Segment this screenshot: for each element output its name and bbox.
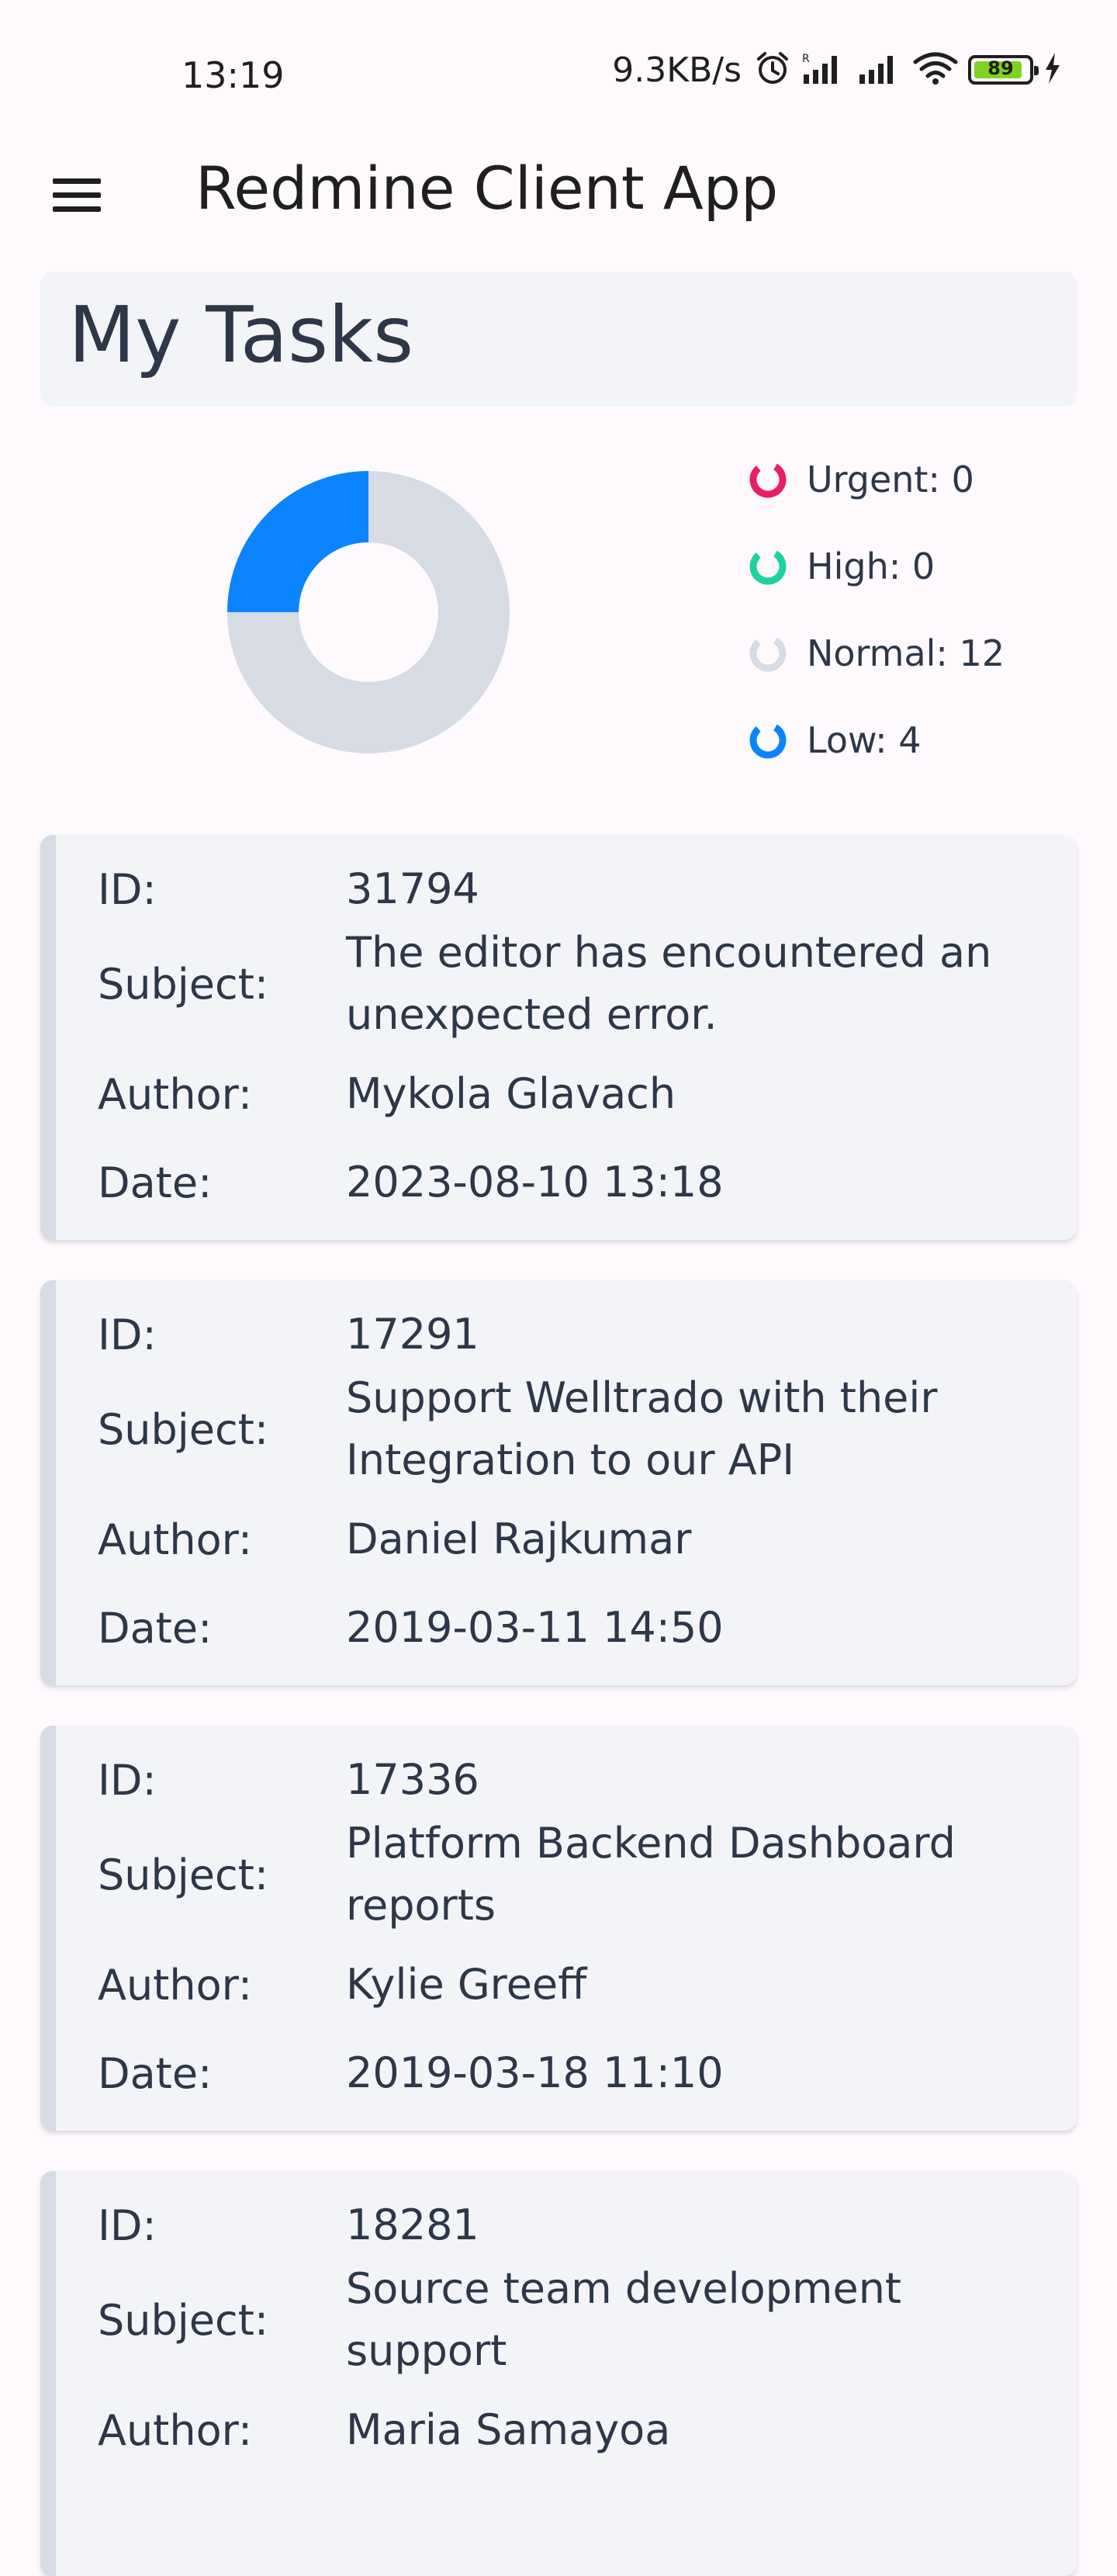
task-subject-line: unexpected error. — [346, 990, 718, 1039]
legend-low-icon — [749, 722, 787, 759]
task-subject-line: support — [346, 2326, 507, 2375]
page-title: My Tasks — [68, 289, 414, 380]
task-subject-row: Subject: Platform Backend Dashboard repo… — [98, 1813, 1046, 1937]
task-id-row: ID: 17336 — [98, 1749, 1046, 1811]
app-title: Redmine Client App — [195, 154, 779, 223]
task-id: 17291 — [346, 1310, 479, 1359]
subject-label: Subject: — [98, 2295, 269, 2345]
id-label: ID: — [98, 1755, 157, 1805]
date-label: Date: — [98, 1603, 213, 1653]
task-author: Mykola Glavach — [346, 1069, 676, 1118]
wifi-icon — [912, 51, 959, 88]
donut-chart-svg — [227, 471, 510, 753]
legend-item-urgent: Urgent: 0 — [746, 436, 1005, 523]
legend-label: High: 0 — [807, 545, 935, 587]
status-indicators: 9.3KB/s R 89 — [612, 50, 1063, 90]
task-subject: The editor has encountered an unexpected… — [346, 922, 991, 1046]
legend-item-low: Low: 4 — [746, 697, 1005, 784]
legend-item-high: High: 0 — [746, 523, 1005, 610]
alarm-icon — [754, 50, 791, 90]
task-date: 2019-03-11 14:50 — [346, 1603, 724, 1652]
task-author-row: Author: Daniel Rajkumar — [98, 1508, 1046, 1570]
author-label: Author: — [98, 1960, 253, 2010]
signal-icon — [856, 51, 903, 88]
task-author: Daniel Rajkumar — [346, 1515, 692, 1563]
page-header: My Tasks — [40, 272, 1077, 407]
task-id: 31794 — [346, 864, 479, 913]
task-subject-row: Subject: The editor has encountered an u… — [98, 922, 1046, 1046]
status-bar: 13:19 9.3KB/s R 89 — [0, 0, 1117, 147]
task-subject: Platform Backend Dashboard reports — [346, 1813, 956, 1937]
charging-icon — [1043, 51, 1063, 88]
task-author: Maria Samayoa — [346, 2405, 671, 2454]
task-subject-line: Source team development — [346, 2264, 902, 2313]
task-subject-line: Support Welltrado with their — [346, 1373, 938, 1422]
legend-normal-icon — [749, 635, 787, 672]
legend-label: Normal: 12 — [807, 632, 1005, 674]
task-subject-line: reports — [346, 1881, 496, 1930]
task-id-row: ID: 18281 — [98, 2194, 1046, 2256]
legend-item-normal: Normal: 12 — [746, 610, 1005, 697]
date-label: Date: — [98, 1158, 213, 1207]
task-subject-line: The editor has encountered an — [346, 928, 992, 977]
priority-donut-chart — [225, 469, 512, 756]
network-speed: 9.3KB/s — [612, 50, 742, 90]
task-card[interactable]: ID: 17336 Subject: Platform Backend Dash… — [40, 1726, 1077, 2131]
task-subject: Support Welltrado with their Integration… — [346, 1367, 938, 1491]
author-label: Author: — [98, 1069, 253, 1119]
task-id-row: ID: 31794 — [98, 858, 1046, 920]
task-date-row: Date: 2019-03-11 14:50 — [98, 1597, 1046, 1659]
status-time: 13:19 — [182, 54, 285, 96]
task-subject-row: Subject: Source team development support — [98, 2258, 1046, 2382]
task-subject-row: Subject: Support Welltrado with their In… — [98, 1367, 1046, 1491]
task-id: 17336 — [346, 1755, 479, 1804]
task-subject-line: Platform Backend Dashboard — [346, 1819, 956, 1868]
task-date-row: Date: 2023-08-10 13:18 — [98, 1151, 1046, 1214]
battery-icon: 89 — [968, 55, 1039, 85]
task-author-row: Author: Kylie Greeff — [98, 1954, 1046, 2016]
legend-high-icon — [749, 548, 787, 585]
task-date: 2019-03-18 11:10 — [346, 2048, 724, 2097]
task-author-row: Author: Mykola Glavach — [98, 1063, 1046, 1125]
hamburger-menu-icon[interactable] — [47, 161, 109, 223]
svg-text:R: R — [802, 53, 810, 65]
subject-label: Subject: — [98, 959, 269, 1009]
subject-label: Subject: — [98, 1404, 269, 1454]
author-label: Author: — [98, 1515, 253, 1564]
task-card[interactable]: ID: 18281 Subject: Source team developme… — [40, 2171, 1077, 2576]
task-date: 2023-08-10 13:18 — [346, 1158, 724, 1207]
id-label: ID: — [98, 864, 157, 914]
legend-label: Low: 4 — [807, 719, 922, 761]
task-subject-line: Integration to our API — [346, 1435, 795, 1484]
legend-urgent-icon — [749, 461, 787, 498]
battery-level: 89 — [987, 57, 1014, 79]
subject-label: Subject: — [98, 1850, 269, 1899]
task-subject: Source team development support — [346, 2258, 901, 2382]
id-label: ID: — [98, 2200, 157, 2250]
donut-slice-low — [227, 471, 368, 612]
task-card[interactable]: ID: 17291 Subject: Support Welltrado wit… — [40, 1280, 1077, 1685]
id-label: ID: — [98, 1310, 157, 1359]
task-id: 18281 — [346, 2200, 479, 2249]
task-date-row: Date: 2019-03-18 11:10 — [98, 2042, 1046, 2104]
legend-label: Urgent: 0 — [807, 459, 974, 500]
app-bar: Redmine Client App — [0, 147, 1117, 264]
task-author: Kylie Greeff — [346, 1960, 587, 2009]
author-label: Author: — [98, 2405, 253, 2455]
date-label: Date: — [98, 2048, 213, 2098]
signal-icon: R — [801, 51, 847, 88]
task-id-row: ID: 17291 — [98, 1304, 1046, 1366]
task-author-row: Author: Maria Samayoa — [98, 2399, 1046, 2461]
task-card[interactable]: ID: 31794 Subject: The editor has encoun… — [40, 835, 1077, 1240]
chart-legend: Urgent: 0 High: 0 Normal: 12 Low: 4 — [746, 436, 1005, 784]
